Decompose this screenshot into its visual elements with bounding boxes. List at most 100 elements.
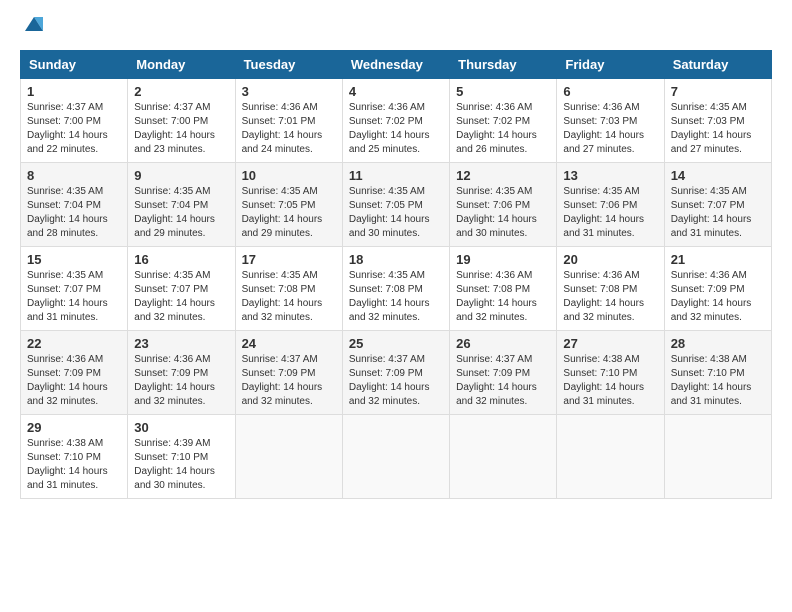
day-number: 1 [27,84,121,99]
calendar-day: 10Sunrise: 4:35 AMSunset: 7:05 PMDayligh… [235,162,342,246]
day-number: 21 [671,252,765,267]
calendar-table: SundayMondayTuesdayWednesdayThursdayFrid… [20,50,772,499]
day-info: Sunrise: 4:35 AMSunset: 7:05 PMDaylight:… [242,186,323,239]
calendar-day: 12 Sunrise: 4:35 AMSunset: 7:06 PMDayligh… [450,162,557,246]
day-number: 25 [349,336,443,351]
weekday-header: Tuesday [235,50,342,78]
day-number: 4 [349,84,443,99]
calendar-day [450,414,557,498]
calendar-day: 7 Sunrise: 4:35 AMSunset: 7:03 PMDaylight… [664,78,771,162]
day-number: 18 [349,252,443,267]
calendar-day [235,414,342,498]
day-info: Sunrise: 4:36 AMSunset: 7:08 PMDaylight:… [456,270,537,323]
calendar-day: 22 Sunrise: 4:36 AMSunset: 7:09 PMDayligh… [21,330,128,414]
calendar-day: 20Sunrise: 4:36 AMSunset: 7:08 PMDayligh… [557,246,664,330]
calendar-week-4: 22 Sunrise: 4:36 AMSunset: 7:09 PMDayligh… [21,330,772,414]
calendar-day: 28Sunrise: 4:38 AMSunset: 7:10 PMDayligh… [664,330,771,414]
calendar-day: 11 Sunrise: 4:35 AMSunset: 7:05 PMDayligh… [342,162,449,246]
calendar-day: 13 Sunrise: 4:35 AMSunset: 7:06 PMDayligh… [557,162,664,246]
day-number: 13 [563,168,657,183]
day-info: Sunrise: 4:38 AMSunset: 7:10 PMDaylight:… [671,354,752,407]
calendar-day: 17 Sunrise: 4:35 AMSunset: 7:08 PMDayligh… [235,246,342,330]
day-info: Sunrise: 4:38 AMSunset: 7:10 PMDaylight:… [563,354,644,407]
day-info: Sunrise: 4:36 AMSunset: 7:09 PMDaylight:… [27,354,108,407]
day-number: 2 [134,84,228,99]
day-info: Sunrise: 4:36 AMSunset: 7:09 PMDaylight:… [671,270,752,323]
calendar-day: 23Sunrise: 4:36 AMSunset: 7:09 PMDayligh… [128,330,235,414]
calendar-day: 26Sunrise: 4:37 AMSunset: 7:09 PMDayligh… [450,330,557,414]
day-info: Sunrise: 4:35 AMSunset: 7:04 PMDaylight:… [134,186,215,239]
day-info: Sunrise: 4:39 AMSunset: 7:10 PMDaylight:… [134,438,215,491]
calendar-week-3: 15 Sunrise: 4:35 AMSunset: 7:07 PMDayligh… [21,246,772,330]
day-number: 29 [27,420,121,435]
day-number: 7 [671,84,765,99]
calendar-day: 16Sunrise: 4:35 AMSunset: 7:07 PMDayligh… [128,246,235,330]
calendar-day: 18 Sunrise: 4:35 AMSunset: 7:08 PMDayligh… [342,246,449,330]
day-number: 6 [563,84,657,99]
day-info: Sunrise: 4:37 AMSunset: 7:09 PMDaylight:… [242,354,323,407]
calendar-day: 5 Sunrise: 4:36 AMSunset: 7:02 PMDaylight… [450,78,557,162]
calendar-day: 29 Sunrise: 4:38 AMSunset: 7:10 PMDayligh… [21,414,128,498]
day-info: Sunrise: 4:36 AMSunset: 7:08 PMDaylight:… [563,270,644,323]
day-number: 9 [134,168,228,183]
calendar-week-2: 8 Sunrise: 4:35 AMSunset: 7:04 PMDaylight… [21,162,772,246]
day-info: Sunrise: 4:35 AMSunset: 7:07 PMDaylight:… [671,186,752,239]
calendar-day: 6 Sunrise: 4:36 AMSunset: 7:03 PMDaylight… [557,78,664,162]
day-number: 24 [242,336,336,351]
calendar-day [664,414,771,498]
day-info: Sunrise: 4:36 AMSunset: 7:03 PMDaylight:… [563,102,644,155]
calendar-day: 3 Sunrise: 4:36 AMSunset: 7:01 PMDaylight… [235,78,342,162]
day-number: 8 [27,168,121,183]
day-info: Sunrise: 4:35 AMSunset: 7:08 PMDaylight:… [242,270,323,323]
day-info: Sunrise: 4:35 AMSunset: 7:05 PMDaylight:… [349,186,430,239]
day-info: Sunrise: 4:35 AMSunset: 7:07 PMDaylight:… [27,270,108,323]
calendar-week-5: 29 Sunrise: 4:38 AMSunset: 7:10 PMDayligh… [21,414,772,498]
weekday-header: Sunday [21,50,128,78]
calendar-day: 14Sunrise: 4:35 AMSunset: 7:07 PMDayligh… [664,162,771,246]
weekday-header: Thursday [450,50,557,78]
calendar-day: 27 Sunrise: 4:38 AMSunset: 7:10 PMDayligh… [557,330,664,414]
day-info: Sunrise: 4:37 AMSunset: 7:09 PMDaylight:… [456,354,537,407]
calendar-week-1: 1 Sunrise: 4:37 AMSunset: 7:00 PMDaylight… [21,78,772,162]
day-info: Sunrise: 4:37 AMSunset: 7:00 PMDaylight:… [134,102,215,155]
day-number: 3 [242,84,336,99]
weekday-header: Wednesday [342,50,449,78]
calendar-header-row: SundayMondayTuesdayWednesdayThursdayFrid… [21,50,772,78]
day-info: Sunrise: 4:38 AMSunset: 7:10 PMDaylight:… [27,438,108,491]
day-number: 15 [27,252,121,267]
day-info: Sunrise: 4:36 AMSunset: 7:01 PMDaylight:… [242,102,323,155]
weekday-header: Monday [128,50,235,78]
day-number: 5 [456,84,550,99]
calendar-day: 1 Sunrise: 4:37 AMSunset: 7:00 PMDaylight… [21,78,128,162]
day-number: 16 [134,252,228,267]
day-number: 27 [563,336,657,351]
page-header [20,20,772,40]
calendar-day [557,414,664,498]
day-number: 17 [242,252,336,267]
calendar-day: 25 Sunrise: 4:37 AMSunset: 7:09 PMDayligh… [342,330,449,414]
calendar-day: 9 Sunrise: 4:35 AMSunset: 7:04 PMDaylight… [128,162,235,246]
day-number: 22 [27,336,121,351]
calendar-day: 4Sunrise: 4:36 AMSunset: 7:02 PMDaylight… [342,78,449,162]
calendar-day: 24 Sunrise: 4:37 AMSunset: 7:09 PMDayligh… [235,330,342,414]
weekday-header: Saturday [664,50,771,78]
day-number: 12 [456,168,550,183]
day-number: 30 [134,420,228,435]
day-info: Sunrise: 4:35 AMSunset: 7:04 PMDaylight:… [27,186,108,239]
day-info: Sunrise: 4:36 AMSunset: 7:02 PMDaylight:… [456,102,537,155]
calendar-day: 8 Sunrise: 4:35 AMSunset: 7:04 PMDaylight… [21,162,128,246]
day-info: Sunrise: 4:37 AMSunset: 7:09 PMDaylight:… [349,354,430,407]
calendar-day: 30 Sunrise: 4:39 AMSunset: 7:10 PMDayligh… [128,414,235,498]
day-info: Sunrise: 4:37 AMSunset: 7:00 PMDaylight:… [27,102,108,155]
logo-icon [23,13,45,35]
day-info: Sunrise: 4:35 AMSunset: 7:08 PMDaylight:… [349,270,430,323]
day-info: Sunrise: 4:35 AMSunset: 7:06 PMDaylight:… [456,186,537,239]
weekday-header: Friday [557,50,664,78]
calendar-day [342,414,449,498]
logo [20,20,45,40]
day-info: Sunrise: 4:35 AMSunset: 7:03 PMDaylight:… [671,102,752,155]
day-number: 11 [349,168,443,183]
day-info: Sunrise: 4:35 AMSunset: 7:06 PMDaylight:… [563,186,644,239]
day-number: 23 [134,336,228,351]
calendar-day: 21 Sunrise: 4:36 AMSunset: 7:09 PMDayligh… [664,246,771,330]
